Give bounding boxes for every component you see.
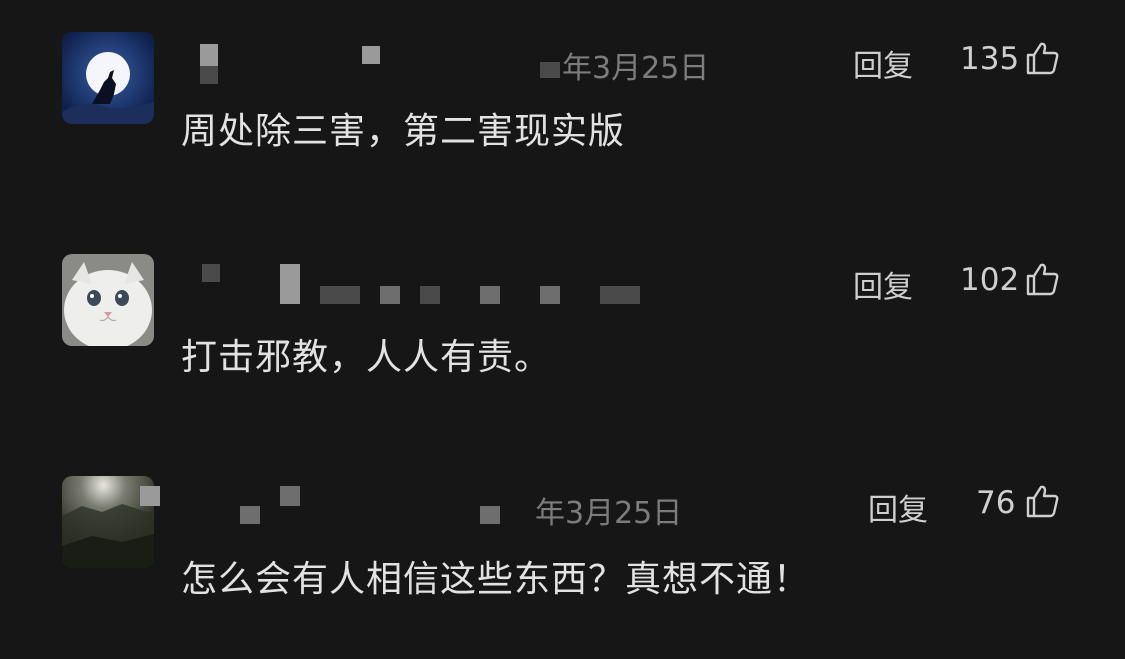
mosaic-block xyxy=(540,286,560,304)
mosaic-block xyxy=(280,486,300,506)
white-cat-avatar-icon xyxy=(62,254,154,346)
mosaic-block xyxy=(540,62,560,78)
comment-text: 打击邪教，人人有责。 xyxy=(181,337,552,378)
comment-item: 回复 102 打击邪教，人人有责。 xyxy=(0,220,1125,440)
like-count: 102 xyxy=(960,262,1020,298)
reply-button[interactable]: 回复 xyxy=(853,41,913,85)
mosaic-block xyxy=(420,286,440,304)
comment-list: 年3月25日 回复 135 周处除三害，第二害现实版 回复 102 打击邪教，人… xyxy=(0,0,1125,659)
mosaic-block xyxy=(240,506,260,524)
thumbs-up-icon[interactable] xyxy=(1024,40,1060,76)
mosaic-block xyxy=(362,46,380,64)
comment-item: 年3月25日 回复 135 周处除三害，第二害现实版 xyxy=(0,0,1125,220)
like-count: 135 xyxy=(960,41,1020,77)
mosaic-block xyxy=(280,264,300,304)
thumbs-up-icon[interactable] xyxy=(1024,261,1060,297)
mosaic-block xyxy=(320,286,360,304)
user-avatar[interactable] xyxy=(62,254,154,346)
comment-item: 年3月25日 回复 76 怎么会有人相信这些东西？真想不通！ xyxy=(0,440,1125,659)
username-blurred xyxy=(180,264,700,304)
mosaic-block xyxy=(200,66,218,84)
mosaic-block xyxy=(600,286,640,304)
mosaic-block xyxy=(480,506,500,524)
mosaic-block xyxy=(140,486,160,506)
comment-text: 怎么会有人相信这些东西？真想不通！ xyxy=(181,559,811,600)
reply-button[interactable]: 回复 xyxy=(868,485,928,529)
thumbs-up-icon[interactable] xyxy=(1024,483,1060,519)
wolf-moon-avatar-icon xyxy=(62,32,154,124)
mosaic-block xyxy=(380,286,400,304)
comment-date: 年3月25日 xyxy=(535,496,683,531)
mosaic-block xyxy=(200,44,218,66)
mosaic-block xyxy=(202,264,220,282)
user-avatar[interactable] xyxy=(62,32,154,124)
reply-button[interactable]: 回复 xyxy=(853,262,913,306)
like-count: 76 xyxy=(976,485,1016,521)
comment-text: 周处除三害，第二害现实版 xyxy=(181,111,626,152)
mosaic-block xyxy=(480,286,500,304)
comment-date: 年3月25日 xyxy=(562,51,710,86)
